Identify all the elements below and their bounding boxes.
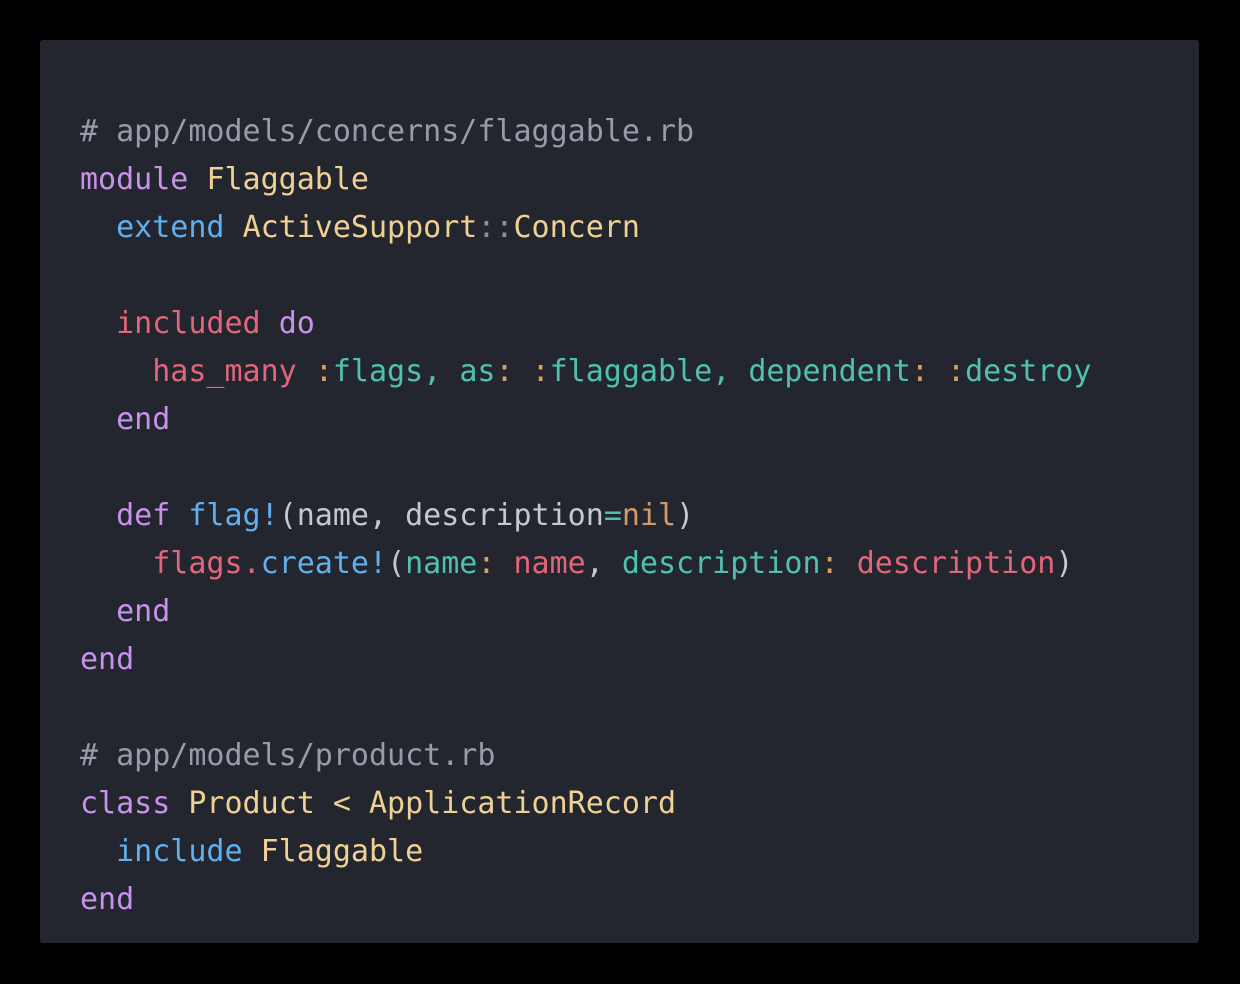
- code-snippet-card: # app/models/concerns/flaggable.rb module…: [40, 40, 1199, 943]
- code-token-symbol: flags: [332, 354, 424, 389]
- code-line: end: [80, 876, 1199, 924]
- code-token-method: has_many: [152, 354, 297, 389]
- code-token-method: description: [856, 546, 1056, 581]
- code-token-symbol: dependent: [748, 354, 911, 389]
- code-token-param: (: [278, 498, 297, 533]
- code-line: included do: [80, 300, 1199, 348]
- code-token-method: included: [116, 306, 261, 341]
- code-line: flags.create!(name: name, description: d…: [80, 540, 1199, 588]
- code-token-method: flags: [152, 546, 243, 581]
- code-token-punct-sym: :: [477, 546, 496, 581]
- code-line: # app/models/product.rb: [80, 732, 1199, 780]
- code-line: extend ActiveSupport::Concern: [80, 204, 1199, 252]
- code-line: has_many :flags, as: :flaggable, depende…: [80, 348, 1199, 396]
- code-token-const: Flaggable: [206, 162, 369, 197]
- code-token-const: Concern: [513, 210, 640, 245]
- code-token-sep: ::: [477, 210, 514, 245]
- code-token-punct-sym: :: [531, 354, 550, 389]
- code-token-symbol: ,: [712, 354, 731, 389]
- code-token-param: ,: [585, 546, 604, 581]
- code-token-keyword: end: [80, 882, 135, 917]
- code-token-punct-sym: :: [820, 546, 839, 581]
- code-token-param: ): [1055, 546, 1074, 581]
- code-line: class Product < ApplicationRecord: [80, 780, 1199, 828]
- code-token-symbol: as: [459, 354, 496, 389]
- code-line: # app/models/concerns/flaggable.rb: [80, 108, 1199, 156]
- code-token-comment: # app/models/product.rb: [80, 738, 496, 773]
- code-token-method: .: [242, 546, 261, 581]
- code-line: end: [80, 396, 1199, 444]
- code-token-param: ): [676, 498, 695, 533]
- code-token-param: ,: [369, 498, 406, 533]
- code-token-keyword: def: [116, 498, 171, 533]
- code-token-method: name: [513, 546, 586, 581]
- code-token-operator: =: [603, 498, 622, 533]
- code-line: def flag!(name, description=nil): [80, 492, 1199, 540]
- code-token-param: name: [296, 498, 369, 533]
- code-token-symbol: description: [621, 546, 821, 581]
- code-token-func: extend: [116, 210, 225, 245]
- code-token-func: include: [116, 834, 243, 869]
- code-token-symbol: name: [405, 546, 478, 581]
- code-token-symbol: flaggable: [549, 354, 713, 389]
- code-token-punct-sym: :: [495, 354, 514, 389]
- code-token-keyword: class: [80, 786, 171, 821]
- code-token-const: <: [332, 786, 351, 821]
- code-line: module Flaggable: [80, 156, 1199, 204]
- code-token-func: create!: [260, 546, 388, 581]
- code-token-const: Product: [188, 786, 315, 821]
- code-token-keyword: end: [116, 402, 171, 437]
- code-token-param: description: [405, 498, 604, 533]
- code-token-number: nil: [621, 498, 677, 533]
- code-token-symbol: destroy: [965, 354, 1092, 389]
- code-block[interactable]: # app/models/concerns/flaggable.rb module…: [80, 108, 1199, 924]
- code-line: end: [80, 636, 1199, 684]
- code-token-const: Flaggable: [260, 834, 424, 869]
- code-token-keyword: do: [278, 306, 315, 341]
- code-token-param: (: [387, 546, 406, 581]
- code-line: include Flaggable: [80, 828, 1199, 876]
- code-line: end: [80, 588, 1199, 636]
- code-token-keyword: module: [80, 162, 189, 197]
- code-token-symbol: ,: [423, 354, 442, 389]
- code-token-keyword: end: [116, 594, 171, 629]
- code-token-punct-sym: :: [910, 354, 929, 389]
- code-token-punct-sym: :: [314, 354, 333, 389]
- code-token-func: flag!: [188, 498, 279, 533]
- code-token-punct-sym: :: [947, 354, 966, 389]
- code-token-const: ApplicationRecord: [369, 786, 677, 821]
- code-token-const: ActiveSupport: [242, 210, 478, 245]
- code-token-keyword: end: [80, 642, 135, 677]
- code-token-comment: # app/models/concerns/flaggable.rb: [80, 114, 695, 149]
